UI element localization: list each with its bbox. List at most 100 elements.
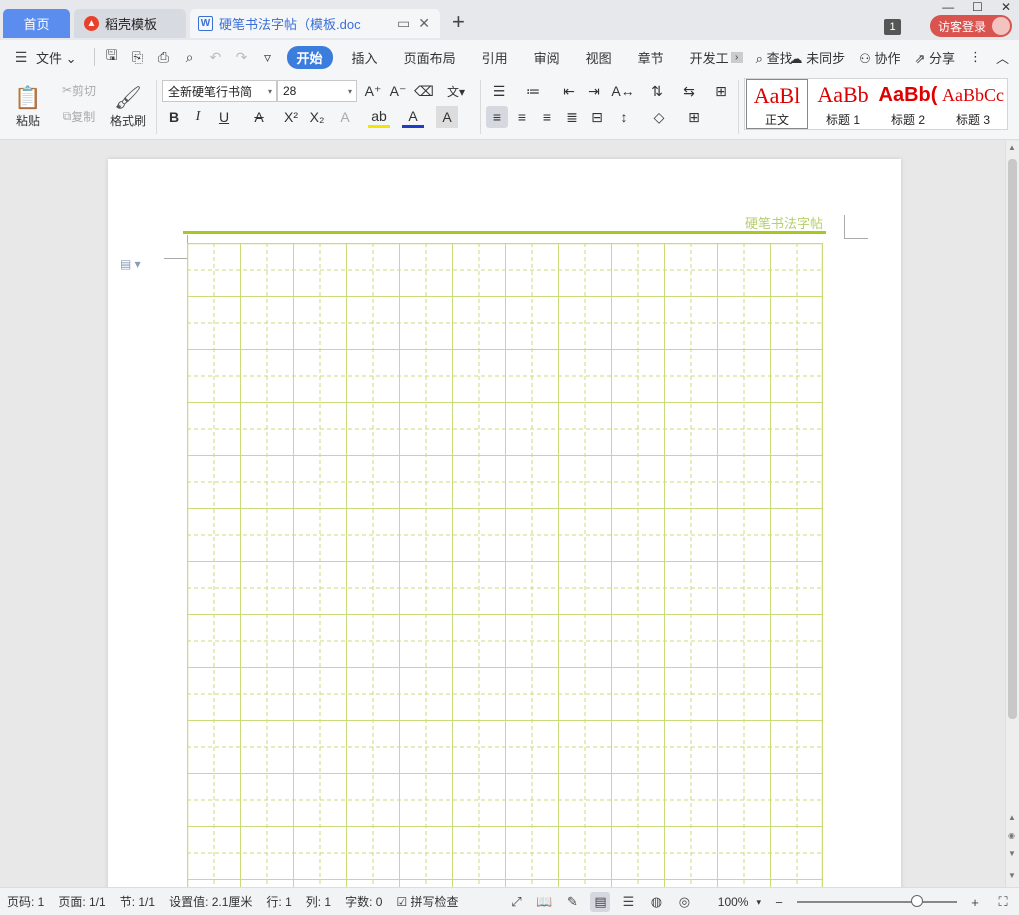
share-doc-icon[interactable]: ⎘	[125, 49, 151, 66]
zoom-in-icon[interactable]: +	[965, 892, 985, 912]
share-button[interactable]: ⇗ 分享	[914, 48, 955, 67]
web-view-icon[interactable]: ◍	[646, 892, 666, 912]
increase-indent-icon[interactable]: ⇥	[583, 80, 605, 102]
table-layout-icon[interactable]: ⊞	[710, 80, 732, 102]
decrease-font-icon[interactable]: A⁻	[387, 80, 409, 102]
zoom-level[interactable]: 100%	[702, 895, 749, 909]
italic-icon[interactable]: I	[187, 106, 209, 128]
align-right-icon[interactable]: ≡	[536, 106, 558, 128]
align-left-icon[interactable]: ≡	[486, 106, 508, 128]
align-center-icon[interactable]: ≡	[511, 106, 533, 128]
vertical-scrollbar[interactable]: ▲ ▲ ◉ ▼ ▼	[1005, 141, 1019, 887]
increase-font-icon[interactable]: A⁺	[362, 80, 384, 102]
char-shading-icon[interactable]: A	[436, 106, 458, 128]
print-icon[interactable]: ⎙	[151, 49, 177, 66]
superscript-icon[interactable]: X²	[280, 106, 302, 128]
sort-icon[interactable]: ⇅	[646, 80, 668, 102]
document-canvas[interactable]: 硬笔书法字帖 ▤ ▾	[0, 141, 1005, 887]
style-heading-3[interactable]: AaBbCc 标题 3	[941, 79, 1005, 129]
subscript-icon[interactable]: X₂	[306, 106, 328, 128]
underline-icon[interactable]: U	[213, 106, 235, 128]
style-normal[interactable]: AaBl 正文	[746, 79, 808, 129]
menu-section[interactable]: 章节	[625, 48, 677, 67]
style-heading-1[interactable]: AaBb 标题 1	[811, 79, 875, 129]
tab-daoke-templates[interactable]: ▲ 稻壳模板	[74, 9, 186, 38]
menu-more-chevron-icon[interactable]: ›	[730, 51, 743, 63]
scroll-thumb[interactable]	[1008, 159, 1017, 719]
visitor-login-button[interactable]: 访客登录	[930, 15, 1012, 37]
zoom-slider-knob[interactable]	[911, 895, 923, 907]
close-tab-icon[interactable]: ✕	[418, 15, 430, 32]
tab-home[interactable]: 首页	[3, 9, 70, 38]
justify-icon[interactable]: ≣	[561, 106, 583, 128]
menu-references[interactable]: 引用	[469, 48, 521, 67]
redo-icon[interactable]: ↷	[229, 49, 255, 66]
scroll-up-icon[interactable]: ▲	[1008, 143, 1016, 152]
collaborate-button[interactable]: ⚇ 协作	[859, 48, 900, 67]
scroll-select-icon[interactable]: ◉	[1008, 831, 1015, 840]
paste-button[interactable]: 📋 粘贴	[8, 78, 48, 134]
tab-count-badge[interactable]: 1	[884, 19, 901, 35]
spell-check-button[interactable]: ☑ 拼写检查	[389, 893, 465, 910]
collapse-ribbon-icon[interactable]: ︿	[996, 48, 1009, 67]
char-scaling-icon[interactable]: A↔	[611, 80, 634, 102]
outline-view-icon[interactable]: ☰	[618, 892, 638, 912]
menu-developer[interactable]: 开发工	[677, 48, 731, 67]
fullscreen-icon[interactable]: ⤢	[506, 892, 526, 912]
scroll-up-page-icon[interactable]: ▲	[1008, 813, 1016, 822]
zoom-out-icon[interactable]: −	[769, 892, 789, 912]
save-icon[interactable]: 🖫	[99, 45, 125, 69]
menu-review[interactable]: 审阅	[521, 48, 573, 67]
more-options-icon[interactable]: ⋮	[969, 49, 982, 65]
tab-document[interactable]: W 硬笔书法字帖（模板.doc ▭ ✕	[190, 9, 440, 38]
scroll-down-icon[interactable]: ▼	[1008, 871, 1016, 880]
scroll-down-page-icon[interactable]: ▼	[1008, 849, 1016, 858]
decrease-indent-icon[interactable]: ⇤	[558, 80, 580, 102]
page-view-icon[interactable]: ▤	[590, 892, 611, 912]
write-mode-icon[interactable]: ✎	[562, 892, 582, 912]
hamburger-icon[interactable]: ☰	[8, 49, 34, 66]
document-page[interactable]: 硬笔书法字帖 ▤ ▾	[108, 159, 901, 887]
maximize-icon[interactable]: ☐	[972, 0, 983, 14]
sync-status[interactable]: ☁ 未同步	[790, 48, 846, 67]
menu-insert[interactable]: 插入	[339, 48, 391, 67]
paragraph-menu-icon[interactable]: ▤ ▾	[120, 257, 141, 271]
zoom-dropdown-icon[interactable]: ▾	[756, 897, 761, 908]
menu-file[interactable]: 文件 ⌄	[34, 48, 90, 67]
style-heading-2[interactable]: AaBb( 标题 2	[877, 79, 939, 129]
new-tab-button[interactable]: +	[452, 10, 465, 34]
undo-icon[interactable]: ↶	[203, 49, 229, 66]
text-effect-icon[interactable]: A	[334, 106, 356, 128]
copy-button[interactable]: ⧉ 复制	[55, 106, 103, 126]
phonetic-guide-icon[interactable]: 文▾	[442, 80, 470, 102]
cut-button[interactable]: ✂ 剪切	[55, 80, 103, 100]
font-name-select[interactable]: 全新硬笔行书简 ▾	[162, 80, 277, 102]
menu-view[interactable]: 视图	[573, 48, 625, 67]
borders-icon[interactable]: ⊞	[683, 106, 705, 128]
status-word-count[interactable]: 字数: 0	[338, 893, 389, 910]
eraser-icon[interactable]: ⌫	[413, 80, 435, 102]
status-pages[interactable]: 页面: 1/1	[51, 893, 112, 910]
shading-icon[interactable]: ◇	[648, 106, 670, 128]
fit-page-icon[interactable]: ⛶	[993, 892, 1013, 912]
format-painter-button[interactable]: 🖌 格式刷	[106, 78, 150, 134]
menu-home[interactable]: 开始	[286, 45, 333, 69]
bold-icon[interactable]: B	[163, 106, 185, 128]
eye-protection-icon[interactable]: ◎	[674, 892, 694, 912]
pin-tab-icon[interactable]: ▭	[397, 15, 410, 32]
distributed-icon[interactable]: ⊟	[586, 106, 608, 128]
numbered-list-icon[interactable]: ≔	[522, 80, 544, 102]
font-color-icon[interactable]: A	[402, 106, 424, 128]
zoom-slider[interactable]	[797, 895, 957, 907]
minimize-icon[interactable]: —	[942, 0, 954, 14]
quick-access-dropdown-icon[interactable]: ▿	[255, 49, 281, 66]
strikethrough-icon[interactable]: A	[248, 106, 270, 128]
bullet-list-icon[interactable]: ☰	[488, 80, 510, 102]
line-spacing-icon[interactable]: ↕	[613, 106, 635, 128]
reading-mode-icon[interactable]: 📖	[534, 892, 554, 912]
highlight-icon[interactable]: ab	[368, 106, 390, 128]
print-preview-icon[interactable]: ⌕	[177, 49, 203, 66]
font-size-select[interactable]: 28 ▾	[277, 80, 357, 102]
close-window-icon[interactable]: ✕	[1001, 0, 1011, 14]
menu-page-layout[interactable]: 页面布局	[391, 48, 469, 67]
